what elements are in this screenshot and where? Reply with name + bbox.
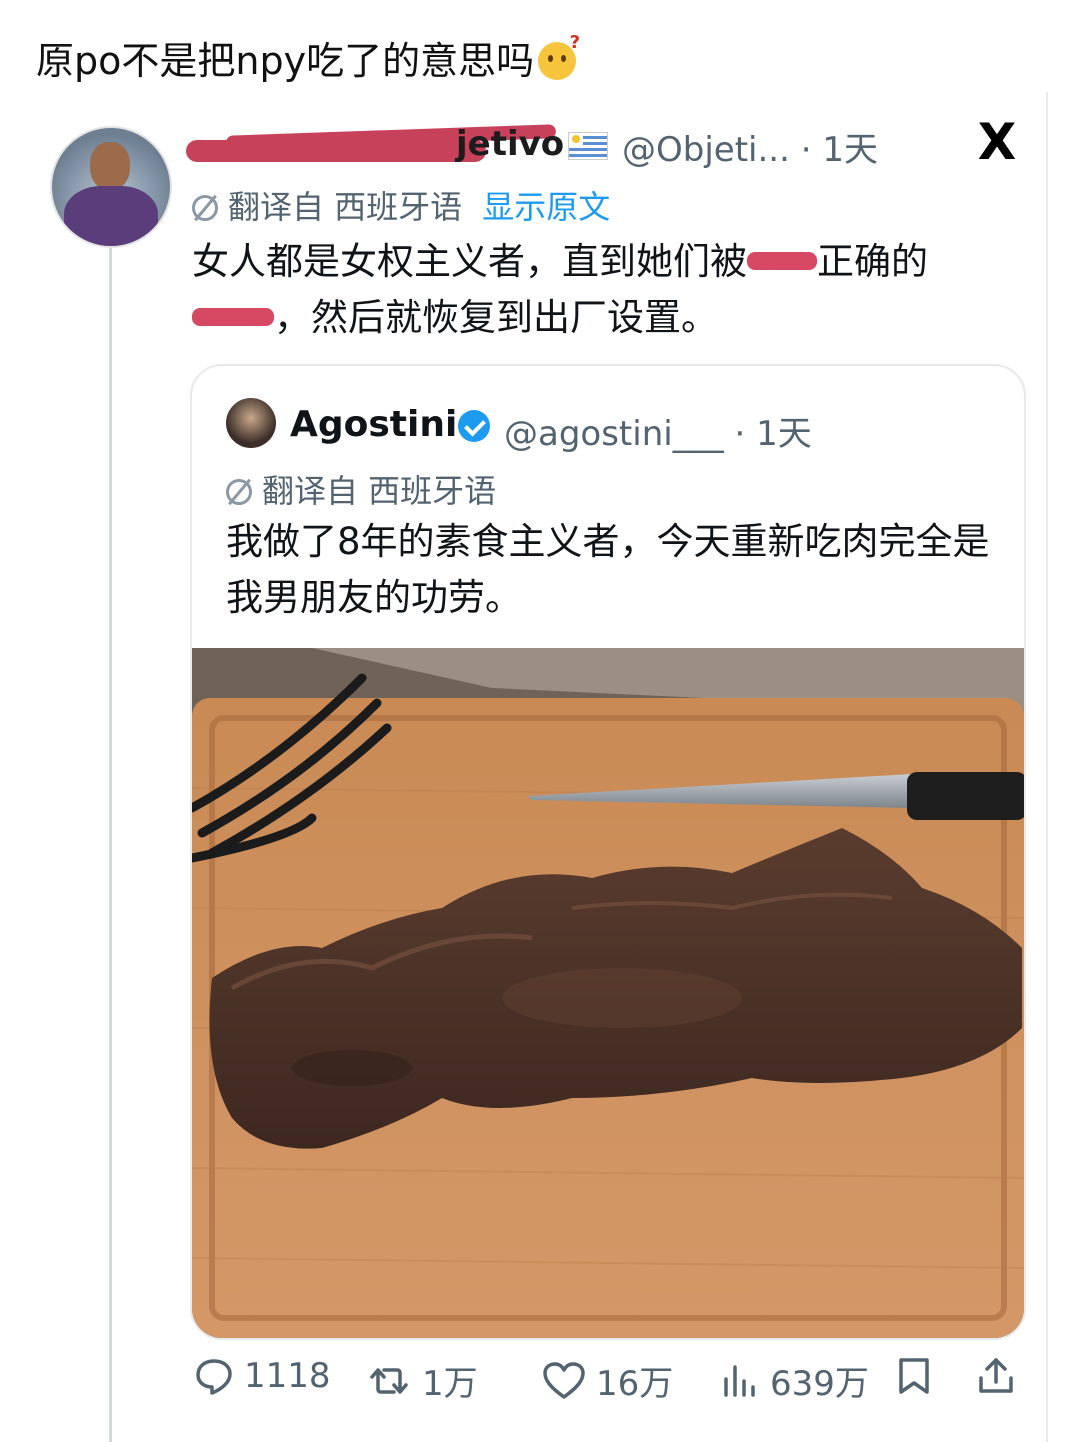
quote-author-name[interactable]: Agostini bbox=[290, 404, 457, 445]
verified-badge-icon bbox=[458, 410, 490, 442]
thinking-face-emoji bbox=[538, 32, 580, 80]
views-button[interactable]: 639万 bbox=[720, 1356, 869, 1405]
tweet-action-bar: 1118 1万 16万 639万 bbox=[190, 1356, 1030, 1406]
x-logo-icon[interactable]: X bbox=[972, 116, 1022, 168]
views-icon bbox=[724, 1364, 755, 1397]
quote-translated-row: 翻译自 西班牙语 bbox=[226, 466, 496, 512]
like-button[interactable]: 16万 bbox=[542, 1356, 673, 1405]
post-caption: 原po不是把npy吃了的意思吗 bbox=[36, 30, 580, 85]
quote-author-handle-time[interactable]: @agostini___ · 1天 bbox=[504, 406, 812, 455]
translate-icon bbox=[192, 195, 218, 221]
quote-author-avatar[interactable] bbox=[226, 398, 276, 448]
quote-text: 我做了8年的素食主义者，今天重新吃肉完全是我男朋友的功劳。 bbox=[226, 520, 990, 619]
display-name-tail[interactable]: jetivo bbox=[456, 124, 564, 164]
quoted-tweet[interactable]: Agostini @agostini___ · 1天 翻译自 西班牙语 我做了8… bbox=[190, 364, 1026, 1340]
redaction-mark bbox=[747, 252, 817, 270]
uruguay-flag-icon bbox=[568, 132, 608, 160]
bookmark-button[interactable] bbox=[896, 1356, 942, 1396]
show-original-link[interactable]: 显示原文 bbox=[482, 188, 610, 226]
translate-icon bbox=[226, 479, 252, 505]
thread-line bbox=[109, 160, 112, 1442]
translated-from-label: 翻译自 西班牙语 bbox=[228, 188, 463, 226]
reply-icon bbox=[196, 1359, 232, 1395]
retweet-icon bbox=[370, 1367, 408, 1394]
heart-icon bbox=[543, 1361, 585, 1399]
share-icon bbox=[979, 1358, 1013, 1393]
reply-button[interactable]: 1118 bbox=[194, 1356, 331, 1396]
translated-row: 翻译自 西班牙语 显示原文 bbox=[192, 182, 610, 228]
tweet-text: 女人都是女权主义者，直到她们被 正确的 ，然后就恢复到出厂设置。 bbox=[192, 240, 928, 339]
author-handle-time[interactable]: @Objeti... · 1天 bbox=[622, 122, 878, 171]
quote-translated-label: 翻译自 西班牙语 bbox=[262, 472, 497, 510]
author-avatar[interactable] bbox=[50, 126, 172, 248]
retweet-button[interactable]: 1万 bbox=[366, 1356, 478, 1405]
redaction-mark bbox=[192, 308, 274, 326]
share-button[interactable] bbox=[976, 1356, 1026, 1396]
knife-handle bbox=[907, 772, 1024, 820]
bookmark-icon bbox=[899, 1358, 929, 1394]
steak-photo[interactable] bbox=[192, 648, 1024, 1338]
